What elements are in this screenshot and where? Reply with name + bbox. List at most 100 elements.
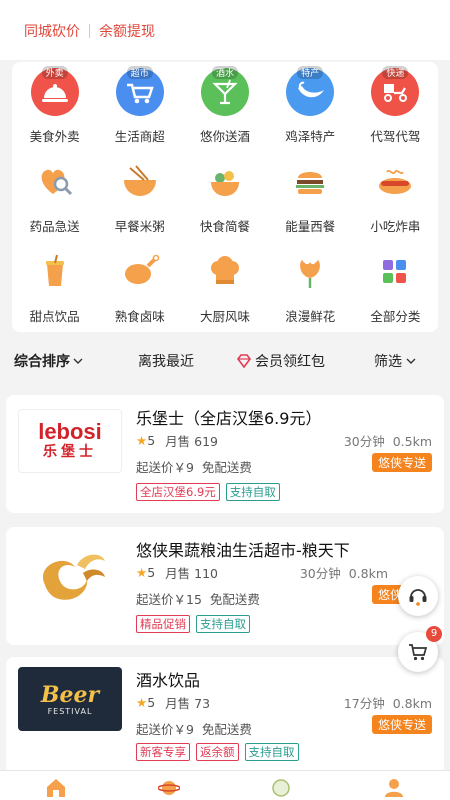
- category-label: 大厨风味: [199, 309, 250, 324]
- category-badge: 特产: [297, 66, 324, 79]
- min-order: 起送价￥9: [136, 460, 194, 475]
- category-food-delivery[interactable]: 外卖 美食外卖: [12, 62, 97, 152]
- tab-discover[interactable]: [129, 771, 209, 797]
- filter-button[interactable]: 筛选: [374, 351, 417, 371]
- logo-text: lebosi: [38, 419, 102, 444]
- min-order: 起送价￥9: [136, 722, 194, 737]
- cart-button[interactable]: 9: [398, 626, 442, 672]
- rating-value: 5: [147, 695, 156, 710]
- store-card[interactable]: 悠侠果蔬粮油生活超市-粮天下 ★5 月售 110 30分钟 0.8km 起送价￥…: [6, 527, 444, 645]
- noodle-bowl-icon: [120, 162, 160, 202]
- star-icon: ★: [136, 433, 148, 448]
- store-card[interactable]: lebosi 乐堡士 乐堡士（全店汉堡6.9元） ★5 月售 619 30分钟 …: [6, 395, 444, 513]
- category-designated-driver[interactable]: 快递 代驾代驾: [353, 62, 438, 152]
- tab-home[interactable]: [16, 771, 96, 797]
- top-bar: 同城砍价 余额提现: [0, 0, 450, 60]
- store-card[interactable]: Beer FESTIVAL 酒水饮品 ★5 月售 73 17分钟 0.8km 起…: [6, 657, 444, 775]
- delivery-fee: 免配送费: [201, 460, 252, 475]
- sort-filter-bar: 综合排序 离我最近 会员领红包 筛选: [0, 340, 450, 382]
- category-fast-meal[interactable]: 快食简餐: [182, 152, 267, 242]
- monthly-sales: 月售 110: [165, 566, 219, 581]
- filter-label: 筛选: [374, 354, 402, 370]
- store-name: 乐堡士（全店汉堡6.9元）: [136, 409, 322, 428]
- bottom-tab-bar: [0, 770, 450, 800]
- distance: 0.5km: [392, 434, 432, 449]
- category-western[interactable]: 能量西餐: [268, 152, 353, 242]
- promo-tag: 支持自取: [225, 483, 280, 501]
- delivery-badge: 悠侠专送: [371, 453, 432, 472]
- category-medicine[interactable]: 药品急送: [12, 152, 97, 242]
- category-desserts[interactable]: 甜点饮品: [12, 242, 97, 332]
- category-label: 快食简餐: [199, 219, 250, 234]
- category-all[interactable]: 全部分类: [353, 242, 438, 332]
- member-label: 会员领红包: [255, 354, 325, 370]
- promo-tags: 精品促销 支持自取: [136, 615, 250, 633]
- diamond-icon: [237, 354, 251, 368]
- drink-cup-icon: [35, 252, 75, 292]
- promo-tag: 返余额: [196, 743, 239, 761]
- promo-tag: 新客专享: [136, 743, 190, 761]
- category-label: 熟食卤味: [114, 309, 165, 324]
- planet-icon: [157, 781, 180, 795]
- category-snacks[interactable]: 小吃炸串: [353, 152, 438, 242]
- category-supermarket[interactable]: 超市 生活商超: [97, 62, 182, 152]
- category-label: 生活商超: [114, 129, 165, 144]
- customer-service-button[interactable]: [398, 576, 438, 616]
- min-order: 起送价￥15: [136, 592, 202, 607]
- category-badge: 外卖: [41, 66, 68, 79]
- category-grid-card: 外卖 美食外卖 超市 生活商超 酒水 悠你送酒 特产 鸡泽特产 快递 代驾代驾 …: [12, 62, 438, 332]
- shopping-cart-icon: [409, 644, 428, 661]
- rice-bowl-icon: [205, 162, 245, 202]
- flower-icon: [290, 252, 330, 292]
- food-cloche-icon: 外卖: [30, 66, 79, 116]
- category-breakfast[interactable]: 早餐米粥: [97, 152, 182, 242]
- store-name: 酒水饮品: [136, 671, 201, 690]
- delivery-fee: 免配送费: [201, 722, 252, 737]
- store-rating-sales: ★5 月售 110: [136, 563, 218, 582]
- chevron-down-icon: [73, 358, 83, 364]
- distance: 0.8km: [392, 696, 432, 711]
- member-red-packet-button[interactable]: 会员领红包: [236, 351, 325, 371]
- swirl-logo-icon: [42, 554, 105, 600]
- category-label: 能量西餐: [285, 219, 336, 234]
- hotdog-icon: [375, 162, 415, 202]
- delivery-scooter-icon: 快递: [371, 66, 420, 116]
- category-chef[interactable]: 大厨风味: [182, 242, 267, 332]
- home-icon: [47, 779, 66, 797]
- category-grid: 外卖 美食外卖 超市 生活商超 酒水 悠你送酒 特产 鸡泽特产 快递 代驾代驾 …: [12, 62, 438, 332]
- tab-profile[interactable]: [354, 771, 434, 797]
- cart-count-badge: 9: [426, 626, 442, 642]
- promo-tag: 支持自取: [244, 743, 299, 761]
- store-name: 悠侠果蔬粮油生活超市-粮天下: [136, 541, 350, 560]
- delivery-time: 30分钟: [343, 434, 385, 449]
- promo-tags: 新客专享 返余额 支持自取: [136, 743, 299, 761]
- burger-icon: [290, 162, 330, 202]
- star-icon: ★: [136, 565, 148, 580]
- category-label: 美食外卖: [29, 129, 80, 144]
- sort-comprehensive[interactable]: 综合排序: [14, 351, 83, 371]
- category-liquor[interactable]: 酒水 悠你送酒: [182, 62, 267, 152]
- logo-subtext: FESTIVAL: [47, 706, 93, 716]
- category-label: 浪漫鲜花: [285, 309, 336, 324]
- withdraw-link[interactable]: 余额提现: [99, 21, 155, 41]
- orders-icon: [272, 779, 290, 797]
- tab-orders[interactable]: [241, 771, 321, 797]
- delivery-time-distance: 30分钟 0.8km: [300, 563, 388, 582]
- roast-chicken-icon: [120, 252, 160, 292]
- cocktail-glass-icon: 酒水: [200, 66, 249, 116]
- sort-nearest[interactable]: 离我最近: [138, 351, 194, 371]
- category-label: 早餐米粥: [114, 219, 165, 234]
- category-badge: 快递: [382, 66, 409, 79]
- logo-text: Beer: [40, 681, 100, 708]
- bargain-link[interactable]: 同城砍价: [24, 21, 80, 41]
- category-deli[interactable]: 熟食卤味: [97, 242, 182, 332]
- logo-subtext: 乐堡士: [43, 444, 97, 460]
- distance: 0.8km: [348, 566, 388, 581]
- category-flowers[interactable]: 浪漫鲜花: [268, 242, 353, 332]
- divider: [89, 24, 90, 38]
- category-specialty[interactable]: 特产 鸡泽特产: [268, 62, 353, 152]
- chili-pepper-icon: 特产: [286, 66, 335, 116]
- store-fees: 起送价￥9 免配送费: [136, 719, 252, 738]
- store-fees: 起送价￥15 免配送费: [136, 589, 260, 608]
- store-fees: 起送价￥9 免配送费: [136, 457, 252, 476]
